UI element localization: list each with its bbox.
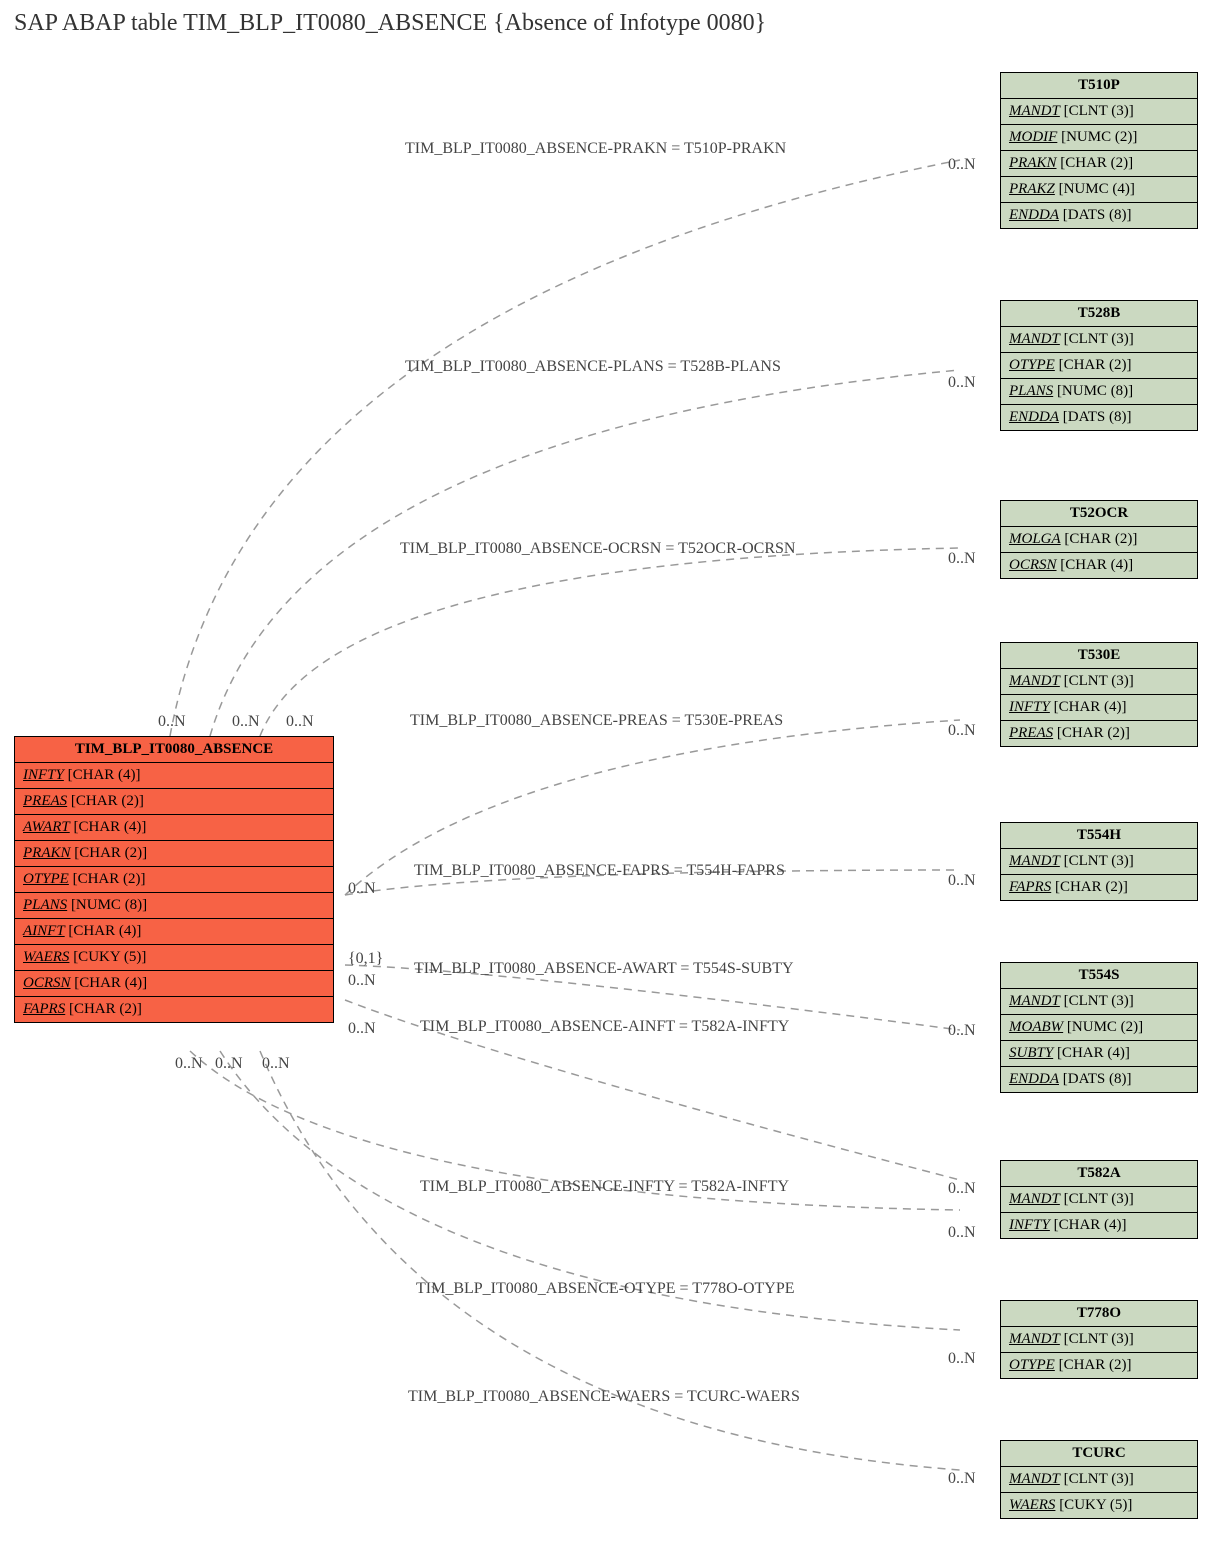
- cardinality: 0..N: [948, 1350, 976, 1368]
- relation-label: TIM_BLP_IT0080_ABSENCE-OTYPE = T778O-OTY…: [416, 1280, 795, 1298]
- table-row: MANDT [CLNT (3)]: [1001, 1187, 1197, 1213]
- table-row: OTYPE [CHAR (2)]: [15, 867, 333, 893]
- table-header: T582A: [1001, 1161, 1197, 1187]
- cardinality: 0..N: [948, 872, 976, 890]
- table-main: TIM_BLP_IT0080_ABSENCE INFTY [CHAR (4)] …: [14, 736, 334, 1023]
- table-row: INFTY [CHAR (4)]: [1001, 1213, 1197, 1238]
- table-row: PREAS [CHAR (2)]: [15, 789, 333, 815]
- table-row: FAPRS [CHAR (2)]: [15, 997, 333, 1022]
- relation-label: TIM_BLP_IT0080_ABSENCE-PRAKN = T510P-PRA…: [405, 140, 786, 158]
- relation-label: TIM_BLP_IT0080_ABSENCE-PREAS = T530E-PRE…: [410, 712, 783, 730]
- table-t778o: T778O MANDT [CLNT (3)] OTYPE [CHAR (2)]: [1000, 1300, 1198, 1379]
- table-header: TCURC: [1001, 1441, 1197, 1467]
- table-row: MANDT [CLNT (3)]: [1001, 989, 1197, 1015]
- table-row: MANDT [CLNT (3)]: [1001, 1467, 1197, 1493]
- table-row: PRAKN [CHAR (2)]: [15, 841, 333, 867]
- table-t554h: T554H MANDT [CLNT (3)] FAPRS [CHAR (2)]: [1000, 822, 1198, 901]
- table-t582a: T582A MANDT [CLNT (3)] INFTY [CHAR (4)]: [1000, 1160, 1198, 1239]
- table-row: ENDDA [DATS (8)]: [1001, 1067, 1197, 1092]
- table-row: WAERS [CUKY (5)]: [1001, 1493, 1197, 1518]
- page-title: SAP ABAP table TIM_BLP_IT0080_ABSENCE {A…: [14, 10, 766, 37]
- relation-label: TIM_BLP_IT0080_ABSENCE-AINFT = T582A-INF…: [420, 1018, 789, 1036]
- table-row: MANDT [CLNT (3)]: [1001, 849, 1197, 875]
- cardinality: 0..N: [215, 1055, 243, 1073]
- cardinality: {0,1}: [348, 950, 383, 968]
- relation-label: TIM_BLP_IT0080_ABSENCE-FAPRS = T554H-FAP…: [414, 862, 785, 880]
- table-row: INFTY [CHAR (4)]: [1001, 695, 1197, 721]
- table-row: OCRSN [CHAR (4)]: [15, 971, 333, 997]
- table-row: MANDT [CLNT (3)]: [1001, 669, 1197, 695]
- cardinality: 0..N: [948, 1470, 976, 1488]
- cardinality: 0..N: [948, 722, 976, 740]
- table-header: T510P: [1001, 73, 1197, 99]
- table-row: MOABW [NUMC (2)]: [1001, 1015, 1197, 1041]
- table-row: INFTY [CHAR (4)]: [15, 763, 333, 789]
- table-header: T530E: [1001, 643, 1197, 669]
- table-t52ocr: T52OCR MOLGA [CHAR (2)] OCRSN [CHAR (4)]: [1000, 500, 1198, 579]
- table-row: WAERS [CUKY (5)]: [15, 945, 333, 971]
- table-tcurc: TCURC MANDT [CLNT (3)] WAERS [CUKY (5)]: [1000, 1440, 1198, 1519]
- table-header: T554S: [1001, 963, 1197, 989]
- cardinality: 0..N: [948, 374, 976, 392]
- table-t554s: T554S MANDT [CLNT (3)] MOABW [NUMC (2)] …: [1000, 962, 1198, 1093]
- table-main-header: TIM_BLP_IT0080_ABSENCE: [15, 737, 333, 763]
- cardinality: 0..N: [348, 972, 376, 990]
- table-header: T554H: [1001, 823, 1197, 849]
- cardinality: 0..N: [348, 1020, 376, 1038]
- cardinality: 0..N: [232, 713, 260, 731]
- cardinality: 0..N: [948, 1224, 976, 1242]
- cardinality: 0..N: [948, 550, 976, 568]
- cardinality: 0..N: [286, 713, 314, 731]
- table-header: T528B: [1001, 301, 1197, 327]
- table-row: OTYPE [CHAR (2)]: [1001, 1353, 1197, 1378]
- cardinality: 0..N: [262, 1055, 290, 1073]
- table-t510p: T510P MANDT [CLNT (3)] MODIF [NUMC (2)] …: [1000, 72, 1198, 229]
- table-t528b: T528B MANDT [CLNT (3)] OTYPE [CHAR (2)] …: [1000, 300, 1198, 431]
- table-row: PRAKZ [NUMC (4)]: [1001, 177, 1197, 203]
- cardinality: 0..N: [948, 156, 976, 174]
- relation-label: TIM_BLP_IT0080_ABSENCE-PLANS = T528B-PLA…: [405, 358, 781, 376]
- table-row: SUBTY [CHAR (4)]: [1001, 1041, 1197, 1067]
- table-row: OCRSN [CHAR (4)]: [1001, 553, 1197, 578]
- table-header: T778O: [1001, 1301, 1197, 1327]
- table-t530e: T530E MANDT [CLNT (3)] INFTY [CHAR (4)] …: [1000, 642, 1198, 747]
- cardinality: 0..N: [348, 880, 376, 898]
- cardinality: 0..N: [948, 1180, 976, 1198]
- table-row: AINFT [CHAR (4)]: [15, 919, 333, 945]
- table-row: MODIF [NUMC (2)]: [1001, 125, 1197, 151]
- table-row: FAPRS [CHAR (2)]: [1001, 875, 1197, 900]
- table-row: MOLGA [CHAR (2)]: [1001, 527, 1197, 553]
- table-row: ENDDA [DATS (8)]: [1001, 405, 1197, 430]
- table-row: PLANS [NUMC (8)]: [1001, 379, 1197, 405]
- table-row: MANDT [CLNT (3)]: [1001, 99, 1197, 125]
- relation-label: TIM_BLP_IT0080_ABSENCE-WAERS = TCURC-WAE…: [408, 1388, 800, 1406]
- table-row: MANDT [CLNT (3)]: [1001, 1327, 1197, 1353]
- table-row: PLANS [NUMC (8)]: [15, 893, 333, 919]
- table-row: PRAKN [CHAR (2)]: [1001, 151, 1197, 177]
- cardinality: 0..N: [175, 1055, 203, 1073]
- relation-label: TIM_BLP_IT0080_ABSENCE-AWART = T554S-SUB…: [414, 960, 794, 978]
- relation-label: TIM_BLP_IT0080_ABSENCE-OCRSN = T52OCR-OC…: [400, 540, 795, 558]
- table-row: AWART [CHAR (4)]: [15, 815, 333, 841]
- table-row: ENDDA [DATS (8)]: [1001, 203, 1197, 228]
- table-row: MANDT [CLNT (3)]: [1001, 327, 1197, 353]
- cardinality: 0..N: [158, 713, 186, 731]
- table-row: OTYPE [CHAR (2)]: [1001, 353, 1197, 379]
- cardinality: 0..N: [948, 1022, 976, 1040]
- relation-label: TIM_BLP_IT0080_ABSENCE-INFTY = T582A-INF…: [420, 1178, 789, 1196]
- table-header: T52OCR: [1001, 501, 1197, 527]
- table-row: PREAS [CHAR (2)]: [1001, 721, 1197, 746]
